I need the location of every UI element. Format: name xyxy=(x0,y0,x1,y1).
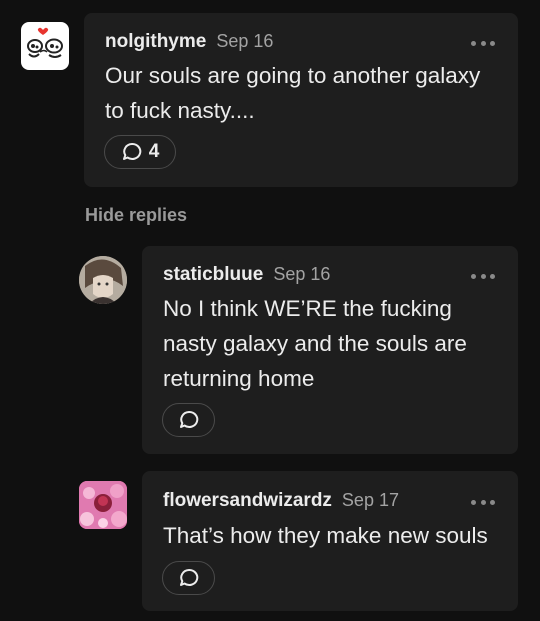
comment-line: nasty galaxy and the souls are xyxy=(163,331,467,356)
comment-meta: flowersandwizardz Sep 17 xyxy=(163,490,399,512)
comment-line: to fuck nasty.... xyxy=(105,98,255,123)
comment-card: flowersandwizardz Sep 17 That’s how they… xyxy=(142,471,518,611)
comment-card: nolgithyme Sep 16 Our souls are going to… xyxy=(84,13,518,187)
speech-bubble-icon xyxy=(179,410,198,428)
comment-meta: nolgithyme Sep 16 xyxy=(105,31,273,53)
anime-character-icon xyxy=(79,256,127,304)
comment-line: Our souls are going to another galaxy xyxy=(105,63,481,88)
username[interactable]: flowersandwizardz xyxy=(163,490,332,512)
comment-date[interactable]: Sep 17 xyxy=(342,490,399,511)
comment-date[interactable]: Sep 16 xyxy=(216,31,273,52)
reply-button[interactable]: 4 xyxy=(104,135,176,169)
username[interactable]: staticbluue xyxy=(163,264,263,286)
avatar[interactable] xyxy=(79,256,127,304)
username[interactable]: nolgithyme xyxy=(105,31,206,53)
cartoon-faces-icon xyxy=(27,27,63,58)
comment-date[interactable]: Sep 16 xyxy=(273,264,330,285)
more-options-icon[interactable] xyxy=(471,38,495,48)
comment-card: staticbluue Sep 16 No I think WE’RE the … xyxy=(142,246,518,454)
reply-button[interactable] xyxy=(162,561,215,595)
comment-line: returning home xyxy=(163,366,315,391)
reply-button[interactable] xyxy=(162,403,215,437)
more-options-icon[interactable] xyxy=(471,497,495,507)
comment-text: Our souls are going to another galaxy to… xyxy=(105,58,505,128)
more-options-icon[interactable] xyxy=(471,271,495,281)
comment-line: No I think WE’RE the fucking xyxy=(163,296,452,321)
comment-text: That’s how they make new souls xyxy=(163,518,508,553)
speech-bubble-icon xyxy=(179,568,198,586)
comment-meta: staticbluue Sep 16 xyxy=(163,264,330,286)
pink-flowers-icon xyxy=(79,481,127,529)
avatar[interactable] xyxy=(79,481,127,529)
comment-line: That’s how they make new souls xyxy=(163,523,488,548)
comment-text: No I think WE’RE the fucking nasty galax… xyxy=(163,291,508,396)
speech-bubble-icon xyxy=(122,142,141,160)
hide-replies-button[interactable]: Hide replies xyxy=(85,205,187,226)
avatar[interactable] xyxy=(21,22,69,70)
reply-count: 4 xyxy=(148,141,160,162)
